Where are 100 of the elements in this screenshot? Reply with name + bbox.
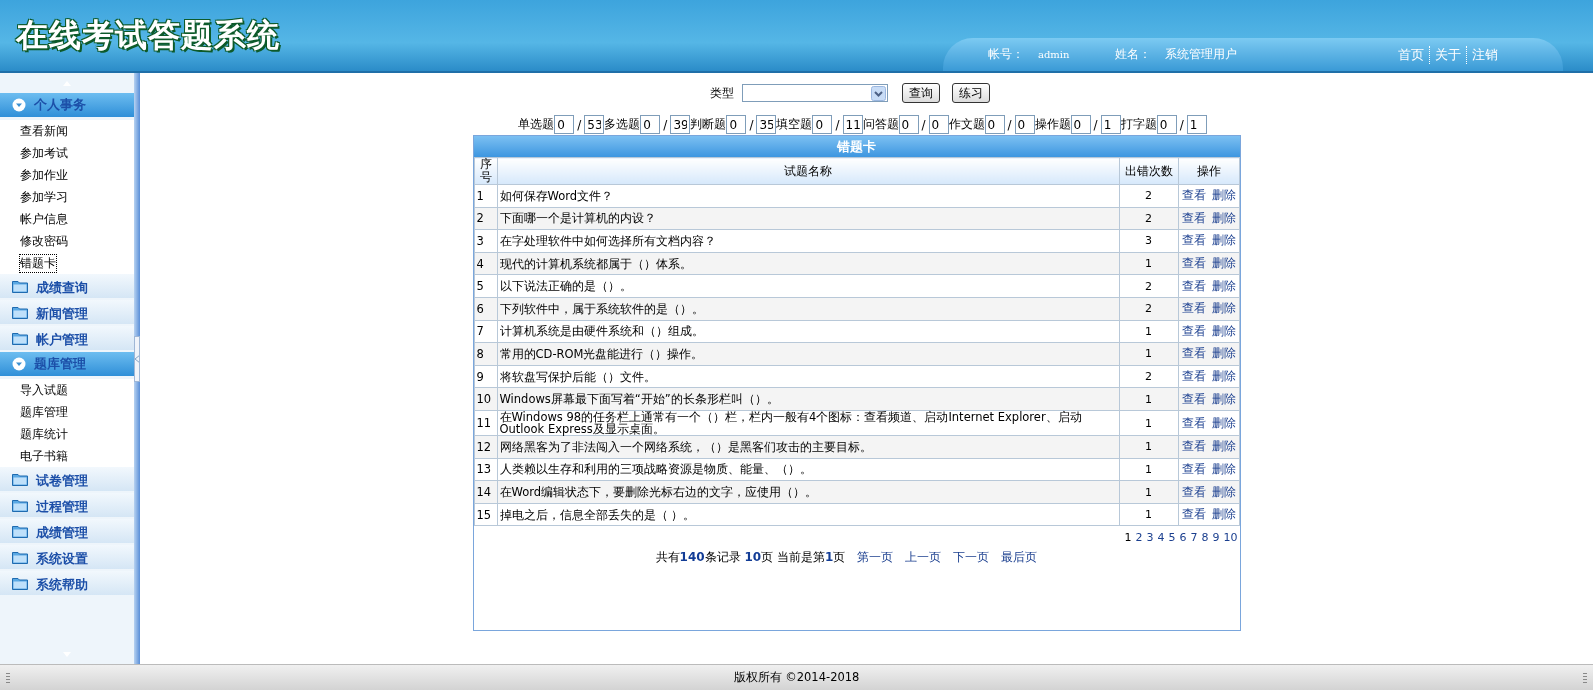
menu-group-header[interactable]: 过程管理 <box>0 493 134 517</box>
menu-group-header[interactable]: 试卷管理 <box>0 467 134 491</box>
page-link[interactable]: 8 <box>1201 531 1209 546</box>
pagination-link[interactable]: 第一页 <box>857 549 894 567</box>
total-field[interactable]: 0 <box>928 115 949 134</box>
menu-item[interactable]: 错题卡 <box>19 253 57 273</box>
page-link[interactable]: 1 <box>1124 531 1132 546</box>
row-action-link[interactable]: 删除 <box>1211 233 1236 249</box>
row-action-link[interactable]: 删除 <box>1211 323 1236 339</box>
page-link[interactable]: 9 <box>1212 531 1220 546</box>
row-action-link[interactable]: 删除 <box>1211 210 1236 226</box>
table-cell: 常用的CD-ROM光盘能进行（）操作。 <box>497 342 1119 366</box>
record-summary: 共有140条记录 10页 当前是第1页 <box>655 549 846 567</box>
row-action-link[interactable]: 查看 <box>1181 301 1206 317</box>
table-cell: 9 <box>474 365 497 388</box>
row-action-link[interactable]: 查看 <box>1181 233 1206 249</box>
row-action-link[interactable]: 查看 <box>1181 278 1206 294</box>
table-cell: 8 <box>474 342 497 366</box>
type-dropdown[interactable] <box>741 84 888 102</box>
total-field[interactable]: 1 <box>1186 115 1207 134</box>
pagination-link[interactable]: 最后页 <box>1001 549 1038 567</box>
column-header: 出错次数 <box>1119 157 1178 185</box>
account-label: 帐号： <box>988 46 1024 63</box>
total-field[interactable]: 11 <box>842 115 863 134</box>
count-field[interactable]: 0 <box>726 115 747 134</box>
action-button[interactable]: 查询 <box>901 83 940 103</box>
menu-group-header[interactable]: 帐户管理 <box>0 326 134 350</box>
row-action-link[interactable]: 删除 <box>1211 507 1236 523</box>
row-action-link[interactable]: 查看 <box>1181 484 1206 500</box>
menu-group-header[interactable]: 系统帮助 <box>0 571 134 595</box>
row-action-link[interactable]: 查看 <box>1181 369 1206 385</box>
row-action-link[interactable]: 查看 <box>1181 439 1206 455</box>
total-field[interactable]: 39 <box>670 115 691 134</box>
table-cell: 3 <box>1119 229 1178 253</box>
row-action-link[interactable]: 删除 <box>1211 391 1236 407</box>
row-action-link[interactable]: 查看 <box>1181 256 1206 272</box>
count-field[interactable]: 0 <box>812 115 833 134</box>
table-cell: 2 <box>1119 184 1178 208</box>
row-action-link[interactable]: 删除 <box>1211 301 1236 317</box>
row-action-link[interactable]: 删除 <box>1211 278 1236 294</box>
action-button[interactable]: 练习 <box>951 83 990 103</box>
table-cell: 1 <box>1119 458 1178 481</box>
row-action-link[interactable]: 查看 <box>1181 391 1206 407</box>
collapse-icon <box>12 98 26 112</box>
menu-group-header[interactable]: 成绩管理 <box>0 519 134 543</box>
page-link[interactable]: 6 <box>1179 531 1187 546</box>
row-action-link[interactable]: 删除 <box>1211 369 1236 385</box>
table-cell: 下列软件中，属于系统软件的是（）。 <box>497 297 1119 321</box>
row-action-link[interactable]: 查看 <box>1181 507 1206 523</box>
total-field[interactable]: 53 <box>584 115 605 134</box>
row-action-link[interactable]: 删除 <box>1211 346 1236 362</box>
menu-group-header[interactable]: 系统设置 <box>0 545 134 569</box>
folder-icon <box>12 498 28 512</box>
count-field[interactable]: 0 <box>1070 115 1091 134</box>
folder-icon <box>12 305 28 319</box>
count-field[interactable]: 0 <box>898 115 919 134</box>
row-action-link[interactable]: 查看 <box>1181 210 1206 226</box>
menu-group-header[interactable]: 成绩查询 <box>0 274 134 298</box>
pagination-link[interactable]: 上一页 <box>905 549 942 567</box>
row-action-link[interactable]: 查看 <box>1181 323 1206 339</box>
slash-text: / <box>749 117 754 132</box>
pagination-link[interactable]: 下一页 <box>953 549 990 567</box>
total-field[interactable]: 35 <box>756 115 777 134</box>
row-action-link[interactable]: 查看 <box>1181 461 1206 477</box>
table-cell: 7 <box>474 320 497 343</box>
row-action-link[interactable]: 删除 <box>1211 439 1236 455</box>
row-action-link[interactable]: 删除 <box>1211 415 1236 431</box>
collapse-handle[interactable] <box>134 335 140 382</box>
table-cell: 网络黑客为了非法闯入一个网络系统，（）是黑客们攻击的主要目标。 <box>497 435 1119 459</box>
menu-group-header[interactable]: 新闻管理 <box>0 300 134 324</box>
row-action-link[interactable]: 删除 <box>1211 484 1236 500</box>
page-link[interactable]: 10 <box>1223 531 1238 546</box>
table-cell: 15 <box>474 503 497 526</box>
row-action-link[interactable]: 删除 <box>1211 256 1236 272</box>
account-value: admin <box>1038 49 1070 60</box>
slash-text: / <box>577 117 582 132</box>
total-field[interactable]: 0 <box>1014 115 1035 134</box>
count-field[interactable]: 0 <box>554 115 575 134</box>
page-link[interactable]: 3 <box>1146 531 1154 546</box>
table-cell: 5 <box>474 274 497 298</box>
row-action-link[interactable]: 查看 <box>1181 188 1206 204</box>
count-field[interactable]: 0 <box>640 115 661 134</box>
panel-title: 错题卡 <box>473 136 1240 157</box>
table-cell: 掉电之后，信息全部丢失的是（ ）。 <box>497 503 1119 526</box>
count-field[interactable]: 0 <box>1156 115 1177 134</box>
row-action-link[interactable]: 删除 <box>1211 461 1236 477</box>
table-cell: 12 <box>474 435 497 459</box>
page-link[interactable]: 7 <box>1190 531 1198 546</box>
row-action-link[interactable]: 查看 <box>1181 346 1206 362</box>
row-action-link[interactable]: 删除 <box>1211 188 1236 204</box>
page-link[interactable]: 2 <box>1135 531 1143 546</box>
column-header: 试题名称 <box>497 157 1119 185</box>
total-field[interactable]: 1 <box>1100 115 1121 134</box>
table-cell: 计算机系统是由硬件系统和（）组成。 <box>497 320 1119 343</box>
row-action-link[interactable]: 查看 <box>1181 415 1206 431</box>
table-cell: 在Word编辑状态下，要删除光标右边的文字，应使用（）。 <box>497 480 1119 504</box>
page-link[interactable]: 5 <box>1168 531 1176 546</box>
page-link[interactable]: 4 <box>1157 531 1165 546</box>
question-type-label: 单选题 <box>518 116 555 133</box>
count-field[interactable]: 0 <box>984 115 1005 134</box>
